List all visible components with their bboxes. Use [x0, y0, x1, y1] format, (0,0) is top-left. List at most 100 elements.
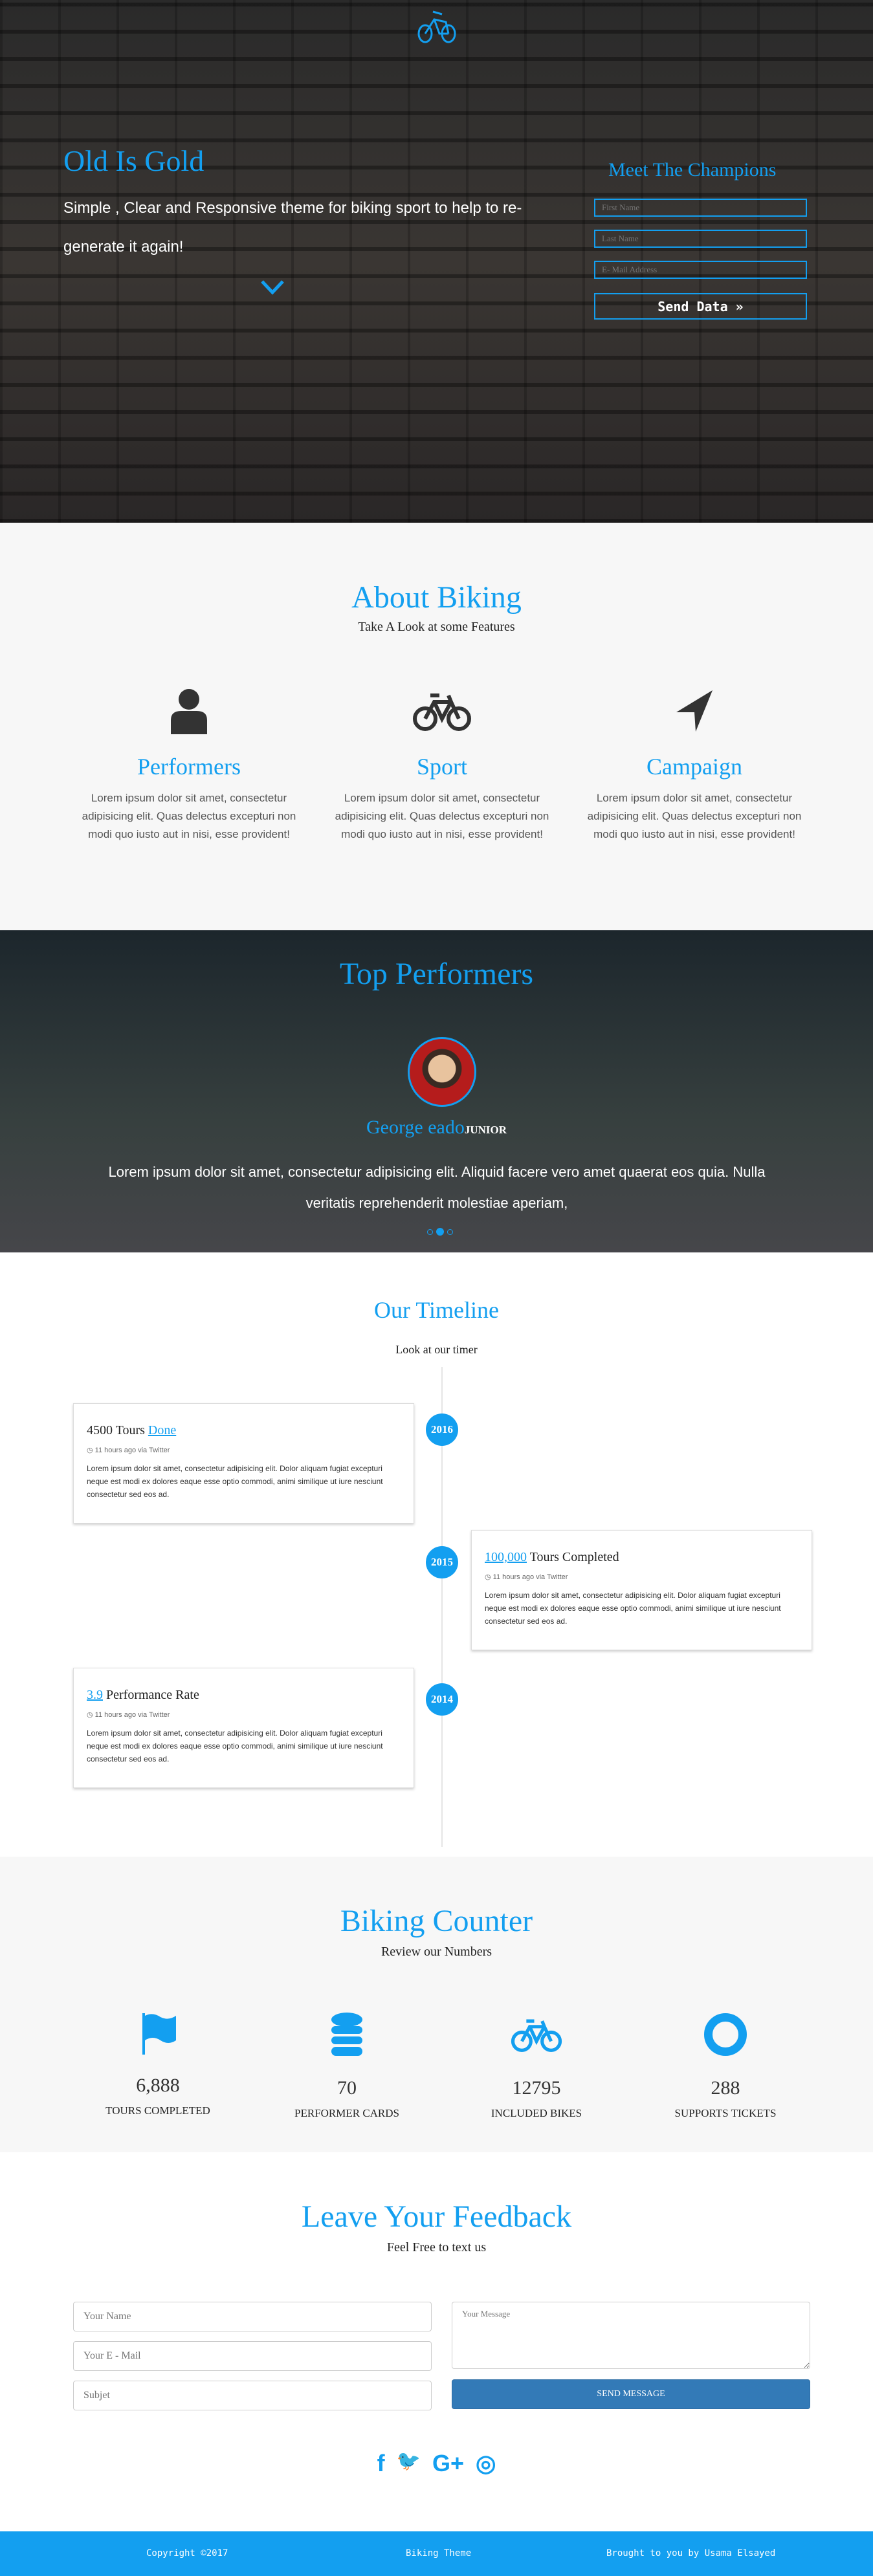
- timeline-card: 4500 Tours Done ◷ 11 hours ago via Twitte…: [73, 1403, 414, 1523]
- counter-value: 12795: [512, 2077, 561, 2099]
- carousel-dots: [427, 1228, 453, 1236]
- send-message-button[interactable]: SEND MESSAGE: [452, 2379, 810, 2409]
- section-subtitle: Feel Free to text us: [386, 2240, 487, 2254]
- section-subtitle: Review our Numbers: [381, 1945, 492, 1959]
- send-data-button[interactable]: Send Data »: [594, 293, 807, 320]
- title-link[interactable]: 3.9: [87, 1688, 103, 1702]
- counter-value: 288: [711, 2077, 740, 2099]
- footer-copyright: Copyright ©2017: [146, 2548, 228, 2559]
- title-text: 4500 Tours: [87, 1423, 148, 1437]
- bicycle-icon: [511, 2019, 562, 2052]
- avatar: [408, 1037, 476, 1107]
- section-title: Top Performers: [339, 957, 534, 991]
- section-subtitle: Look at our timer: [395, 1343, 478, 1356]
- counter-item: 70 PERFORMER CARDS: [269, 2012, 425, 2120]
- timeline-meta: ◷ 11 hours ago via Twitter: [485, 1573, 799, 1581]
- feature-performers: Performers Lorem ipsum dolor sit amet, c…: [72, 688, 305, 844]
- clock-icon: ◷: [87, 1711, 95, 1719]
- timeline-meta: ◷ 11 hours ago via Twitter: [87, 1710, 401, 1719]
- section-title: Our Timeline: [373, 1297, 500, 1323]
- feature-sport: Sport Lorem ipsum dolor sit amet, consec…: [326, 688, 558, 844]
- feedback-section: Leave Your Feedback Feel Free to text us…: [0, 2152, 873, 2531]
- timeline-card-title: 100,000 Tours Completed: [485, 1550, 799, 1565]
- feature-title: Performers: [137, 754, 241, 780]
- year-badge: 2016: [426, 1414, 458, 1446]
- feature-text: Lorem ipsum dolor sit amet, consectetur …: [587, 792, 802, 840]
- timeline-text: Lorem ipsum dolor sit amet, consectetur …: [87, 1464, 383, 1499]
- chevron-down-icon[interactable]: [260, 279, 285, 295]
- performer-rank: JUNIOR: [464, 1124, 507, 1136]
- carousel-dot[interactable]: [427, 1228, 433, 1235]
- section-title: About Biking: [351, 580, 522, 615]
- timeline-text: Lorem ipsum dolor sit amet, consectetur …: [485, 1591, 781, 1626]
- timeline-meta: ◷ 11 hours ago via Twitter: [87, 1446, 401, 1454]
- meta-text: 11 hours ago via Twitter: [94, 1711, 170, 1719]
- section-subtitle: Take A Look at some Features: [358, 620, 515, 634]
- twitter-icon[interactable]: 🐦: [397, 2450, 421, 2477]
- timeline-card-title: 4500 Tours Done: [87, 1423, 401, 1438]
- feature-campaign: Campaign Lorem ipsum dolor sit amet, con…: [578, 688, 811, 844]
- title-text: Tours Completed: [527, 1550, 619, 1564]
- footer-theme: Biking Theme: [406, 2548, 472, 2559]
- hero-subtitle: Simple , Clear and Responsive theme for …: [63, 199, 522, 256]
- counter-label: SUPPORTS TICKETS: [674, 2107, 777, 2119]
- bike-logo-icon[interactable]: [416, 8, 458, 44]
- hero-title: Old Is Gold: [63, 144, 204, 177]
- first-name-input[interactable]: [594, 199, 807, 217]
- email-input[interactable]: [594, 261, 807, 279]
- timeline-section: Our Timeline Look at our timer 4500 Tour…: [0, 1252, 873, 1857]
- feature-text: Lorem ipsum dolor sit amet, consectetur …: [82, 792, 296, 840]
- bicycle-icon: [413, 693, 471, 731]
- hero-section: Old Is Gold Simple , Clear and Responsiv…: [0, 0, 873, 523]
- clock-icon: ◷: [87, 1446, 95, 1454]
- year-badge: 2014: [426, 1683, 458, 1716]
- counter-item: 12795 INCLUDED BIKES: [459, 2012, 614, 2120]
- section-title: Leave Your Feedback: [301, 2199, 572, 2234]
- timeline-card: 100,000 Tours Completed ◷ 11 hours ago vi…: [471, 1530, 812, 1650]
- title-link[interactable]: 100,000: [485, 1550, 527, 1564]
- counter-label: INCLUDED BIKES: [491, 2107, 582, 2119]
- form-title: Meet The Champions: [608, 159, 777, 180]
- carousel-dot[interactable]: [447, 1228, 453, 1235]
- title-link[interactable]: Done: [148, 1423, 176, 1437]
- counter-value: 6,888: [136, 2075, 180, 2096]
- facebook-icon[interactable]: f: [377, 2450, 385, 2477]
- carousel-dot-active[interactable]: [436, 1228, 444, 1236]
- performer-name: George eado: [366, 1117, 465, 1138]
- google-plus-icon[interactable]: G+: [432, 2450, 464, 2477]
- meta-text: 11 hours ago via Twitter: [492, 1573, 568, 1581]
- meta-text: 11 hours ago via Twitter: [94, 1446, 170, 1454]
- feature-title: Sport: [416, 754, 467, 780]
- footer: Copyright ©2017 Biking Theme Brought to …: [0, 2531, 873, 2576]
- instagram-icon[interactable]: ◎: [476, 2450, 496, 2477]
- name-input[interactable]: [73, 2302, 432, 2331]
- location-arrow-icon: [676, 690, 713, 732]
- counter-label: PERFORMER CARDS: [294, 2107, 400, 2119]
- last-name-input[interactable]: [594, 230, 807, 248]
- email-input[interactable]: [73, 2341, 432, 2371]
- footer-credit: Brought to you by Usama Elsayed: [606, 2548, 776, 2559]
- about-section: About Biking Take A Look at some Feature…: [0, 523, 873, 930]
- timeline-text: Lorem ipsum dolor sit amet, consectetur …: [87, 1729, 383, 1763]
- timeline-card-title: 3.9 Performance Rate: [87, 1688, 401, 1703]
- year-badge: 2015: [426, 1546, 458, 1578]
- database-icon: [331, 2013, 362, 2056]
- section-title: Biking Counter: [340, 1904, 533, 1938]
- feature-title: Campaign: [646, 754, 742, 780]
- counter-item: 6,888 TOURS COMPLETED: [80, 2012, 236, 2117]
- timeline-card: 3.9 Performance Rate ◷ 11 hours ago via T…: [73, 1668, 414, 1788]
- counter-item: 288 SUPPORTS TICKETS: [648, 2012, 803, 2120]
- message-textarea[interactable]: [452, 2302, 810, 2369]
- counter-section: Biking Counter Review our Numbers 6,888 T…: [0, 1857, 873, 2152]
- subject-input[interactable]: [73, 2381, 432, 2410]
- clock-icon: ◷: [485, 1573, 493, 1581]
- top-performers-section: Top Performers George eadoJUNIOR Lorem i…: [0, 930, 873, 1252]
- user-icon: [171, 689, 207, 734]
- flag-icon: [142, 2013, 176, 2055]
- performer-name-row: George eadoJUNIOR: [0, 1117, 873, 1139]
- title-text: Performance Rate: [103, 1688, 199, 1702]
- life-ring-icon: [704, 2013, 747, 2056]
- counter-label: TOURS COMPLETED: [105, 2104, 210, 2117]
- counter-value: 70: [337, 2077, 357, 2099]
- social-links: f 🐦 G+ ◎: [0, 2450, 873, 2477]
